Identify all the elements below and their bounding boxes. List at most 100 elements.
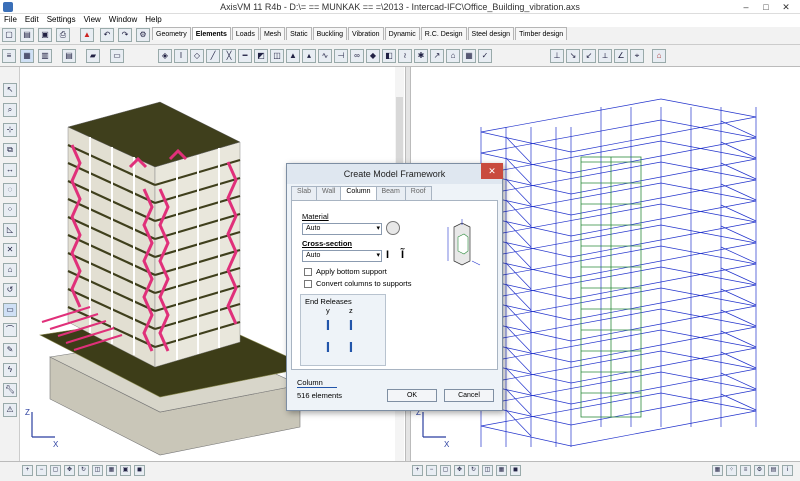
material-library-icon[interactable] [386,221,400,235]
status-layers-icon[interactable]: ≡ [740,465,751,476]
beam-icon[interactable]: ━ [238,49,252,63]
pen-icon[interactable]: ✎ [3,343,17,357]
ref-plane-icon[interactable]: ⟂ [598,49,612,63]
nodal-support-icon[interactable]: ▲ [286,49,300,63]
menu-view[interactable]: View [80,14,105,25]
cross-section-library-icon[interactable]: I [386,248,398,262]
cross-section-editor-icon[interactable]: Ĩ [401,248,413,262]
report-icon[interactable]: ▤ [62,49,76,63]
render-icon-right[interactable]: ◼ [510,465,521,476]
zoom-icon[interactable]: ⌕ [3,103,17,117]
node-icon[interactable]: ◌ [3,183,17,197]
bolt-icon[interactable]: ϟ [3,363,17,377]
status-info-icon[interactable]: i [782,465,793,476]
snap-icon[interactable]: ⁘ [3,203,17,217]
status-snap-icon[interactable]: ⁘ [726,465,737,476]
print-icon[interactable]: ⎙ [56,28,70,42]
book-icon[interactable]: ▰ [86,49,100,63]
table-icon[interactable]: ▥ [38,49,52,63]
cancel-button[interactable]: Cancel [444,389,494,402]
release-y-bottom-icon[interactable]: I [321,339,335,357]
hidden-line-icon[interactable]: ▣ [120,465,131,476]
ref-axis-icon[interactable]: ↙ [582,49,596,63]
tab-mesh[interactable]: Mesh [259,27,286,40]
tab-loads[interactable]: Loads [231,27,259,40]
intersect-icon[interactable]: ⌒ [3,323,17,337]
dialog-close-button[interactable]: ✕ [481,163,503,179]
geometry-icon[interactable]: ⌂ [3,263,17,277]
framework-icon[interactable]: ⌂ [446,49,460,63]
wireframe-icon-right[interactable]: ▦ [496,465,507,476]
tab-slab[interactable]: Slab [291,186,318,200]
dimension-icon[interactable]: ↔ [3,163,17,177]
grid-icon[interactable]: ▦ [20,49,34,63]
view-icon[interactable]: ⊹ [3,123,17,137]
spring-support-icon[interactable]: ≀ [398,49,412,63]
undo-icon[interactable]: ↶ [100,28,114,42]
measure-icon[interactable]: ◺ [3,223,17,237]
tab-geometry[interactable]: Geometry [152,27,191,40]
tab-steel-design[interactable]: Steel design [467,27,515,40]
wrench-icon[interactable]: 🔧︎ [3,383,17,397]
ref-vector-icon[interactable]: ↘ [566,49,580,63]
maximize-button[interactable]: □ [756,0,776,14]
tab-beam[interactable]: Beam [375,186,406,200]
release-y-top-icon[interactable]: I [321,317,335,335]
apply-bottom-support-checkbox[interactable] [304,268,312,276]
zoom-in-icon[interactable]: + [22,465,33,476]
section-icon[interactable]: ▭ [3,303,17,317]
ref-angle-icon[interactable]: ∠ [614,49,628,63]
ok-button[interactable]: OK [387,389,437,402]
ref-point-icon[interactable]: ⊥ [550,49,564,63]
gallery-icon[interactable]: ▭ [110,49,124,63]
diaphragm-icon[interactable]: ◧ [382,49,396,63]
save-icon[interactable]: ▣ [38,28,52,42]
rotate-view-icon-right[interactable]: ↻ [468,465,479,476]
layers-icon[interactable]: ≡ [2,49,16,63]
reference-icon[interactable]: ↗ [430,49,444,63]
menu-help[interactable]: Help [141,14,165,25]
menu-settings[interactable]: Settings [43,14,80,25]
wireframe-icon[interactable]: ▦ [106,465,117,476]
rib-icon[interactable]: ╱ [206,49,220,63]
tab-timber-design[interactable]: Timber design [515,27,568,40]
cross-section-select[interactable]: Auto ▾ [302,250,382,262]
line-support-icon[interactable]: ▴ [302,49,316,63]
tab-buckling[interactable]: Buckling [312,27,348,40]
pan-icon-right[interactable]: ✥ [454,465,465,476]
zoom-out-icon[interactable]: − [36,465,47,476]
warning-icon[interactable]: ⚠ [3,403,17,417]
settings-icon[interactable]: ⚙ [136,28,150,42]
rotate-view-icon[interactable]: ↻ [78,465,89,476]
tab-column[interactable]: Column [340,186,377,200]
cross-section-icon[interactable]: I [174,49,188,63]
tab-rc-design[interactable]: R.C. Design [420,27,467,40]
convert-columns-checkbox[interactable] [304,280,312,288]
tab-elements[interactable]: Elements [191,27,231,40]
pan-icon[interactable]: ✥ [64,465,75,476]
new-file-icon[interactable]: ▢ [2,28,16,42]
gap-icon[interactable]: ⊣ [334,49,348,63]
node-dof-icon[interactable]: ✱ [414,49,428,63]
zoom-fit-icon[interactable]: ▢ [50,465,61,476]
rigid-body-icon[interactable]: ◆ [366,49,380,63]
tab-vibration[interactable]: Vibration [348,27,384,40]
copy-icon[interactable]: ⧉ [3,143,17,157]
truss-icon[interactable]: ╳ [222,49,236,63]
minimize-button[interactable]: – [736,0,756,14]
close-button[interactable]: ✕ [776,0,796,14]
status-grid-icon[interactable]: ▦ [712,465,723,476]
release-z-top-icon[interactable]: I [344,317,358,335]
workplane-icon[interactable]: ✕ [3,243,17,257]
link-icon[interactable]: ∞ [350,49,364,63]
perspective-icon[interactable]: ◫ [92,465,103,476]
zoom-in-icon-right[interactable]: + [412,465,423,476]
tab-roof[interactable]: Roof [404,186,432,200]
tab-wall[interactable]: Wall [316,186,342,200]
material-icon[interactable]: ◈ [158,49,172,63]
edge-hinge-icon[interactable]: ◫ [270,49,284,63]
rotate-icon[interactable]: ↺ [3,283,17,297]
zoom-fit-icon-right[interactable]: ▢ [440,465,451,476]
open-file-icon[interactable]: ▤ [20,28,34,42]
material-select[interactable]: Auto ▾ [302,223,382,235]
